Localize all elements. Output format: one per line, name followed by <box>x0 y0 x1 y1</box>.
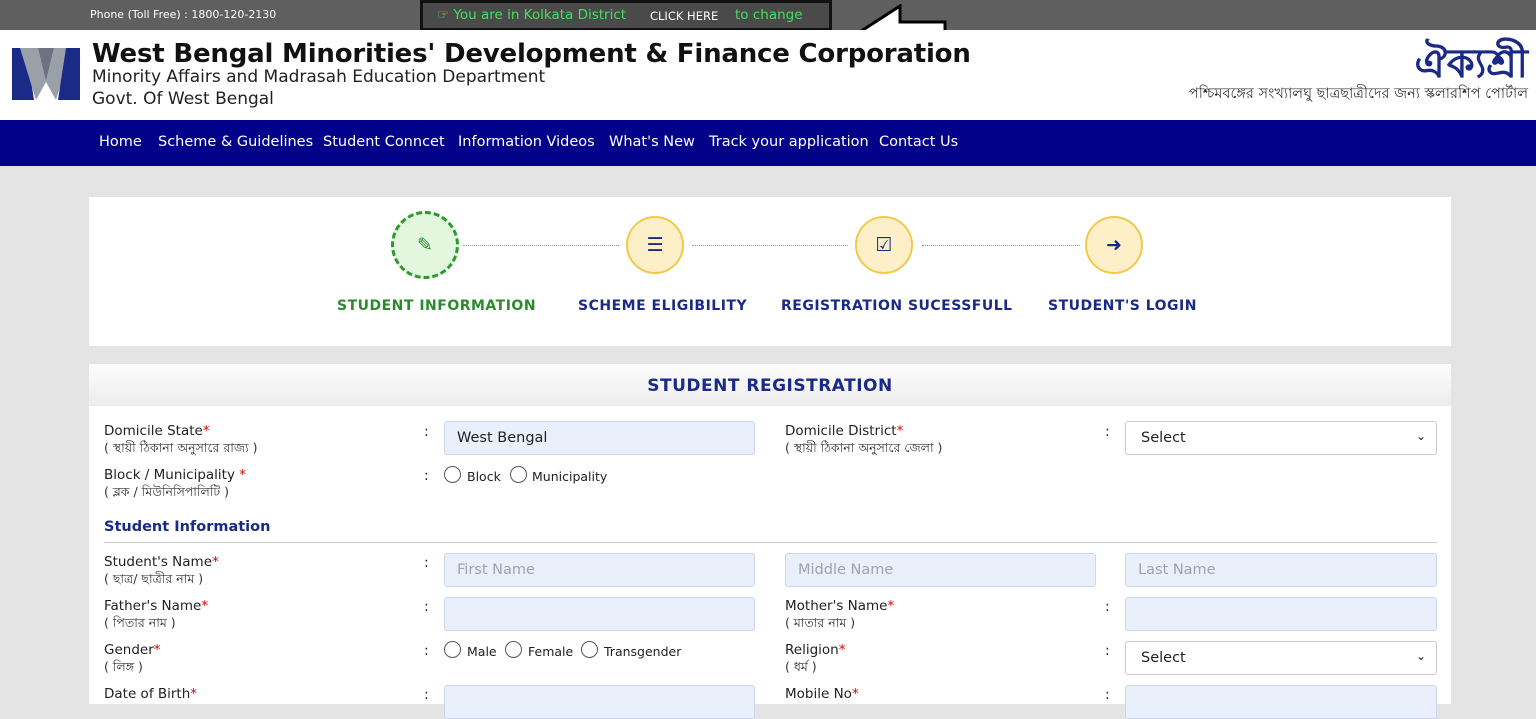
mother-name-input[interactable] <box>1125 597 1437 631</box>
edit-icon: ✎ <box>391 211 459 279</box>
colon: : <box>1105 687 1110 703</box>
nav-scheme-guidelines[interactable]: Scheme & Guidelines <box>158 134 313 150</box>
dob-input[interactable] <box>444 685 755 719</box>
student-name-sublabel: ( ছাত্র/ ছাত্রীর নাম ) <box>104 571 204 586</box>
step-registration-successful: REGISTRATION SUCESSFULL <box>781 298 1013 314</box>
step-student-information: STUDENT INFORMATION <box>337 298 537 314</box>
step-student-login: STUDENT'S LOGIN <box>1048 298 1197 314</box>
step-connector <box>922 245 1080 246</box>
form-header: STUDENT REGISTRATION <box>89 364 1451 406</box>
transgender-radio-label: Transgender <box>604 644 682 659</box>
colon: : <box>424 555 429 571</box>
colon: : <box>424 599 429 615</box>
colon: : <box>1105 643 1110 659</box>
municipality-radio[interactable] <box>510 466 527 483</box>
district-banner: ☞ You are in Kolkata District CLICK HERE… <box>420 0 832 31</box>
government-name: Govt. Of West Bengal <box>92 89 274 109</box>
domicile-state-sublabel: ( স্থায়ী ঠিকানা অনুসারে রাজ্য ) <box>104 440 258 455</box>
female-radio-label: Female <box>528 644 574 659</box>
registration-steps: ✎ ☰ ☑ ➜ STUDENT INFORMATION SCHEME ELIGI… <box>89 197 1451 346</box>
chevron-down-icon: ⌄ <box>1415 649 1426 663</box>
to-change-text: to change <box>735 7 803 23</box>
step-scheme-eligibility: SCHEME ELIGIBILITY <box>578 298 748 314</box>
colon: : <box>1105 424 1110 440</box>
check-square-icon: ☑ <box>855 216 913 274</box>
religion-select[interactable]: Select ⌄ <box>1125 641 1437 675</box>
nav-information-videos[interactable]: Information Videos <box>458 134 595 150</box>
toll-free-phone: Phone (Toll Free) : 1800-120-2130 <box>90 8 277 21</box>
mobile-input[interactable] <box>1125 685 1437 719</box>
document-icon: ☰ <box>626 216 684 274</box>
mobile-label: Mobile No* <box>785 686 859 702</box>
colon: : <box>424 468 429 484</box>
block-radio[interactable] <box>444 466 461 483</box>
wbmdfc-logo-icon[interactable] <box>12 48 80 100</box>
female-radio[interactable] <box>505 641 522 658</box>
municipality-radio-label: Municipality <box>532 469 608 484</box>
block-municipality-label: Block / Municipality * <box>104 467 246 483</box>
male-radio[interactable] <box>444 641 461 658</box>
department-name: Minority Affairs and Madrasah Education … <box>92 67 546 87</box>
chevron-down-icon: ⌄ <box>1415 429 1426 443</box>
section-divider <box>104 542 1437 543</box>
religion-sublabel: ( ধর্ম ) <box>785 659 817 674</box>
male-radio-label: Male <box>467 644 497 659</box>
block-radio-label: Block <box>467 469 501 484</box>
top-bar: Phone (Toll Free) : 1800-120-2130 ☞ You … <box>0 0 1536 66</box>
form-title: STUDENT REGISTRATION <box>647 376 893 396</box>
father-name-label: Father's Name* <box>104 598 209 614</box>
gender-label: Gender* <box>104 642 161 658</box>
nav-track-application[interactable]: Track your application <box>709 134 869 150</box>
mother-name-label: Mother's Name* <box>785 598 895 614</box>
mother-name-sublabel: ( মাতার নাম ) <box>785 615 856 630</box>
last-name-input[interactable]: Last Name <box>1125 553 1437 587</box>
student-information-heading: Student Information <box>104 519 271 535</box>
organization-title: West Bengal Minorities' Development & Fi… <box>92 39 971 69</box>
colon: : <box>1105 599 1110 615</box>
father-name-input[interactable] <box>444 597 755 631</box>
colon: : <box>424 687 429 703</box>
main-navigation: Home Scheme & Guidelines Student Conncet… <box>0 120 1536 166</box>
step-connector <box>692 245 848 246</box>
domicile-district-label: Domicile District* <box>785 423 904 439</box>
sign-in-icon: ➜ <box>1085 216 1143 274</box>
nav-home[interactable]: Home <box>99 134 142 150</box>
change-district-link[interactable]: CLICK HERE <box>650 9 718 23</box>
transgender-radio[interactable] <box>581 641 598 658</box>
nav-student-connect[interactable]: Student Conncet <box>323 134 445 150</box>
colon: : <box>424 643 429 659</box>
step-connector <box>463 245 619 246</box>
nav-contact-us[interactable]: Contact Us <box>879 134 958 150</box>
site-header: West Bengal Minorities' Development & Fi… <box>0 30 1536 120</box>
domicile-state-field[interactable]: West Bengal <box>444 421 755 455</box>
nav-whats-new[interactable]: What's New <box>609 134 695 150</box>
religion-label: Religion* <box>785 642 846 658</box>
dob-label: Date of Birth* <box>104 686 198 702</box>
gender-sublabel: ( লিঙ্গ ) <box>104 659 143 674</box>
student-name-label: Student's Name* <box>104 554 219 570</box>
domicile-district-select[interactable]: Select ⌄ <box>1125 421 1437 455</box>
domicile-state-label: Domicile State* <box>104 423 210 439</box>
middle-name-input[interactable]: Middle Name <box>785 553 1096 587</box>
father-name-sublabel: ( পিতার নাম ) <box>104 615 176 630</box>
first-name-input[interactable]: First Name <box>444 553 755 587</box>
brand-tagline: পশ্চিমবঙ্গের সংখ্যালঘু ছাত্রছাত্রীদের জন… <box>1188 86 1528 102</box>
domicile-district-sublabel: ( স্থায়ী ঠিকানা অনুসারে জেলা ) <box>785 440 943 455</box>
block-municipality-sublabel: ( ব্লক / মিউনিসিপালিটি ) <box>104 484 230 499</box>
district-message: ☞ You are in Kolkata District <box>437 7 627 23</box>
student-registration-form: STUDENT REGISTRATION Domicile State* ( স… <box>89 364 1451 719</box>
colon: : <box>424 424 429 440</box>
